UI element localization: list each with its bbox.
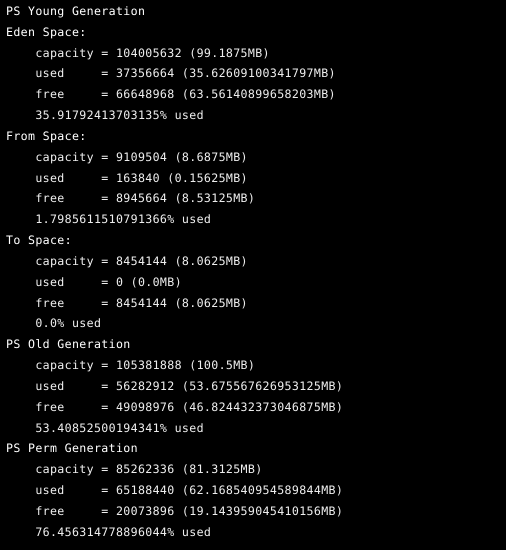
old-percent-used-line: 53.40852500194341% used <box>6 420 204 435</box>
from-capacity-line: capacity = 9109504 (8.6875MB) <box>6 149 248 164</box>
to-free-line: free = 8454144 (8.0625MB) <box>6 295 248 310</box>
from-used-line: used = 163840 (0.15625MB) <box>6 170 248 185</box>
to-capacity-line: capacity = 8454144 (8.0625MB) <box>6 253 248 268</box>
pool-heading-young-generation: PS Young Generation <box>6 4 146 18</box>
perm-used-line: used = 65188440 (62.168540954589844MB) <box>6 483 344 498</box>
from-free-line: free = 8945664 (8.53125MB) <box>6 191 256 206</box>
space-heading-to: To Space: <box>6 233 72 248</box>
to-used-line: used = 0 (0.0MB) <box>6 274 182 289</box>
eden-percent-used-line: 35.91792413703135% used <box>6 108 204 123</box>
terminal-window[interactable]: PS Young Generation Eden Space: capacity… <box>0 0 506 550</box>
perm-percent-used-line: 76.456314778896044% used <box>6 524 212 539</box>
space-heading-eden: Eden Space: <box>6 24 87 39</box>
pool-heading-old-generation: PS Old Generation <box>6 337 131 352</box>
eden-used-line: used = 37356664 (35.62609100341797MB) <box>6 66 336 81</box>
pool-heading-perm-generation: PS Perm Generation <box>6 441 138 456</box>
old-used-line: used = 56282912 (53.675567626953125MB) <box>6 378 344 393</box>
eden-free-line: free = 66648968 (63.56140899658203MB) <box>6 87 336 102</box>
terminal-output: PS Young Generation Eden Space: capacity… <box>6 1 506 550</box>
from-percent-used-line: 1.7985611510791366% used <box>6 212 212 227</box>
perm-capacity-line: capacity = 85262336 (81.3125MB) <box>6 462 263 477</box>
perm-free-line: free = 20073896 (19.143959045410156MB) <box>6 503 344 518</box>
eden-capacity-line: capacity = 104005632 (99.1875MB) <box>6 45 270 60</box>
space-heading-from: From Space: <box>6 128 87 143</box>
to-percent-used-line: 0.0% used <box>6 316 102 331</box>
old-capacity-line: capacity = 105381888 (100.5MB) <box>6 358 256 373</box>
old-free-line: free = 49098976 (46.824432373046875MB) <box>6 399 344 414</box>
